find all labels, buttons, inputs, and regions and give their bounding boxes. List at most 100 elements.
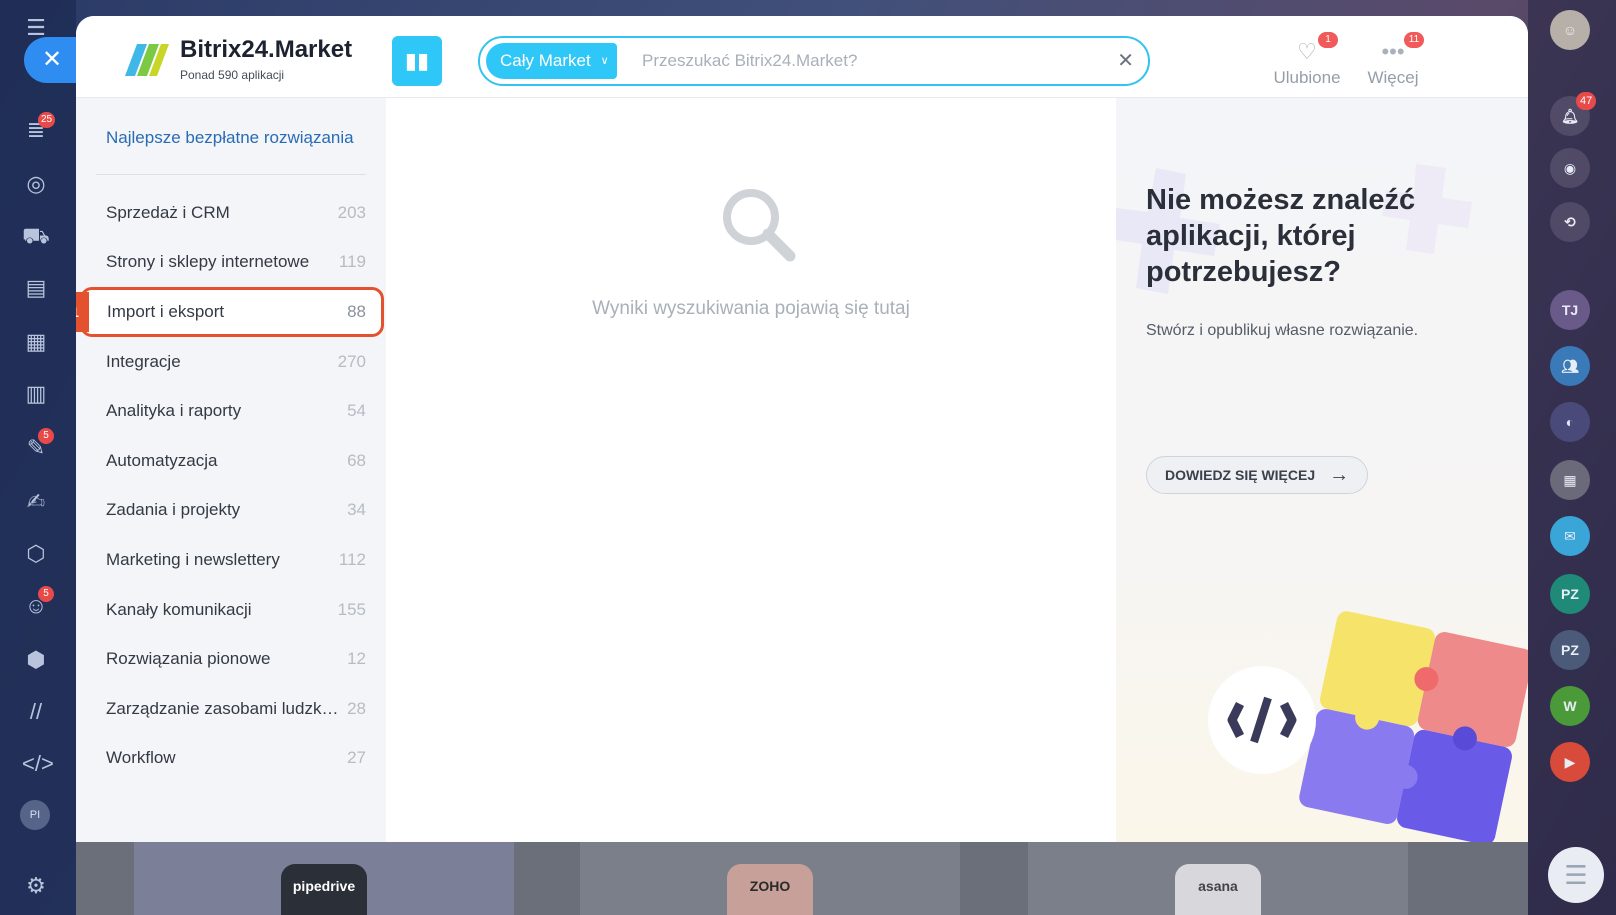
category-name: Integracje: [106, 351, 181, 371]
category-count: 12: [347, 649, 366, 669]
chat-fab-button[interactable]: ☰: [1548, 847, 1604, 903]
category-count: 34: [347, 500, 366, 520]
chart-icon[interactable]: ▥: [22, 380, 50, 408]
best-free-link[interactable]: Najlepsze bezpłatne rozwiązania: [106, 128, 354, 148]
category-item[interactable]: Analityka i raporty 54: [76, 386, 386, 436]
category-item[interactable]: Strony i sklepy internetowe 119: [76, 238, 386, 288]
category-count: 28: [347, 698, 366, 718]
category-name: Zadania i projekty: [106, 500, 241, 520]
sync-icon[interactable]: ⟲: [1550, 202, 1590, 242]
category-item[interactable]: Zarządzanie zasobami ludzkimi 28: [76, 684, 386, 734]
search-input[interactable]: [642, 44, 1092, 78]
category-item[interactable]: Sprzedaż i CRM 203: [76, 188, 386, 238]
more-button[interactable]: ••• 11 Więcej: [1348, 32, 1438, 88]
category-count: 270: [337, 351, 366, 371]
catalog-button[interactable]: ▮▮: [392, 36, 442, 86]
learn-more-label: DOWIEDZ SIĘ WIĘCEJ: [1165, 467, 1316, 483]
header: Bitrix24.Market Ponad 590 aplikacji ▮▮ C…: [76, 16, 1528, 98]
category-count: 203: [337, 202, 366, 222]
calendar-icon[interactable]: ▦: [22, 328, 50, 356]
nav-badge: 5: [38, 586, 54, 602]
more-label: Więcej: [1367, 68, 1419, 87]
promo-subtitle: Stwórz i opublikuj własne rozwiązanie.: [1146, 322, 1419, 339]
video-icon[interactable]: ▶: [1550, 742, 1590, 782]
category-list: Sprzedaż i CRM 203 Strony i sklepy interne…: [76, 188, 386, 783]
category-name: Sprzedaż i CRM: [106, 202, 230, 222]
more-icon: •••: [1381, 39, 1405, 64]
category-item[interactable]: Kanały komunikacji 155: [76, 585, 386, 635]
hexagon-icon[interactable]: ⬡: [22, 540, 50, 568]
book-icon: ▮▮: [404, 48, 430, 73]
empty-results-text: Wyniki wyszukiwania pojawią się tutaj: [592, 298, 910, 319]
target-icon[interactable]: ◎: [22, 170, 50, 198]
code-icon[interactable]: </>: [22, 750, 54, 778]
app-card-logo: pipedrive: [281, 864, 367, 915]
category-item[interactable]: 1 Import i eksport 88: [76, 287, 384, 337]
category-item[interactable]: Marketing i newslettery 112: [76, 535, 386, 585]
category-name: Import i eksport: [107, 301, 225, 321]
clear-icon[interactable]: ✕: [1117, 48, 1134, 74]
market-icon[interactable]: //: [22, 698, 50, 726]
cart-icon[interactable]: ⛟: [22, 222, 50, 250]
favorites-label: Ulubione: [1273, 68, 1341, 87]
results-area: Wyniki wyszukiwania pojawią się tutaj: [386, 98, 1116, 842]
group-icon[interactable]: 👥︎: [1550, 346, 1590, 386]
chat-avatar[interactable]: ◐: [1550, 402, 1590, 442]
category-item[interactable]: Integracje 270: [76, 337, 386, 387]
search-box: Cały Market ∨ ✕: [478, 36, 1150, 86]
close-button[interactable]: ✕: [24, 37, 76, 83]
notifications-badge: 47: [1576, 92, 1597, 110]
category-name: Analityka i raporty: [106, 401, 242, 421]
divider: [96, 174, 366, 175]
scope-select[interactable]: Cały Market ∨: [486, 43, 617, 79]
chat-avatar[interactable]: PZ: [1550, 574, 1590, 614]
scope-label: Cały Market: [500, 51, 591, 70]
category-name: Strony i sklepy internetowe: [106, 252, 310, 272]
store-icon[interactable]: ▤: [22, 274, 50, 302]
user-avatar[interactable]: ☺: [1550, 10, 1590, 50]
favorites-button[interactable]: ♡ 1 Ulubione: [1262, 32, 1352, 88]
chat-avatar[interactable]: W: [1550, 686, 1590, 726]
category-name: Zarządzanie zasobami ludzkimi: [106, 698, 341, 718]
promo-title: Nie możesz znaleźć aplikacji, której pot…: [1146, 184, 1416, 288]
chevron-down-icon: ∨: [600, 55, 609, 67]
category-count: 155: [337, 599, 366, 619]
category-sidebar: Najlepsze bezpłatne rozwiązania Sprzedaż…: [76, 98, 386, 842]
chat-avatar[interactable]: TJ: [1550, 290, 1590, 330]
avatar[interactable]: PI: [20, 800, 50, 830]
nav-badge: 5: [38, 428, 54, 444]
category-count: 27: [347, 748, 366, 768]
learn-more-button[interactable]: DOWIEDZ SIĘ WIĘCEJ →: [1146, 456, 1369, 494]
category-name: Automatyzacja: [106, 450, 218, 470]
box-icon[interactable]: ⬢: [22, 646, 50, 674]
background-app-cards: pipedrive ZOHO asana: [76, 842, 1528, 915]
category-item[interactable]: Rozwiązania pionowe 12: [76, 634, 386, 684]
favorites-badge: 1: [1318, 32, 1338, 48]
category-name: Marketing i newslettery: [106, 549, 280, 569]
category-count: 119: [338, 252, 366, 272]
message-icon[interactable]: ✉: [1550, 516, 1590, 556]
sign-icon[interactable]: ✍: [22, 488, 50, 516]
category-count: 112: [338, 549, 366, 569]
left-navigation: ☰ ≣ 25 ◎ ⛟ ▤ ▦ ▥ ✎ 5 ✍ ⬡ ☺ 5 ⬢ // </> PI…: [0, 0, 76, 915]
promo-panel: Nie możesz znaleźć aplikacji, której pot…: [1116, 98, 1528, 842]
category-item[interactable]: Workflow 27: [76, 734, 386, 784]
puzzle-illustration-icon: [1208, 611, 1528, 842]
app-card: ZOHO: [580, 842, 960, 915]
app-card-logo: ZOHO: [727, 864, 813, 915]
category-item[interactable]: Automatyzacja 68: [76, 436, 386, 486]
chat-avatar[interactable]: ▦: [1550, 460, 1590, 500]
category-name: Rozwiązania pionowe: [106, 649, 271, 669]
category-count: 88: [347, 301, 366, 321]
right-navigation: ☺ 🔔︎ 47 ◉ ⟲ TJ 👥︎ ◐ ▦ ✉ PZ PZ W ▶: [1528, 0, 1616, 915]
pulse-icon[interactable]: ◉: [1550, 148, 1590, 188]
category-count: 68: [347, 450, 366, 470]
chat-avatar[interactable]: PZ: [1550, 630, 1590, 670]
app-card: pipedrive: [134, 842, 514, 915]
app-card-logo: asana: [1175, 864, 1261, 915]
category-name: Kanały komunikacji: [106, 599, 252, 619]
step-badge: 1: [76, 291, 89, 332]
nav-badge: 25: [38, 112, 56, 128]
gear-icon[interactable]: ⚙: [22, 872, 50, 900]
category-item[interactable]: Zadania i projekty 34: [76, 486, 386, 536]
